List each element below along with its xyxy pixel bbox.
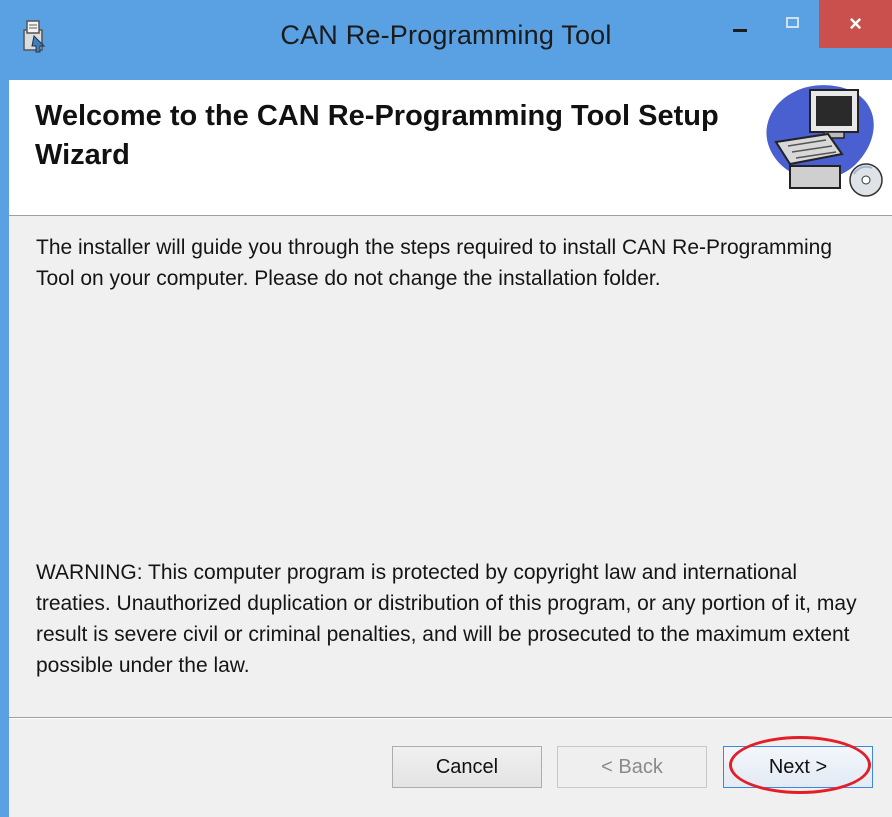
wizard-title: Welcome to the CAN Re-Programming Tool S… [35, 100, 719, 171]
button-separator [9, 717, 892, 719]
wizard-header: Welcome to the CAN Re-Programming Tool S… [9, 80, 892, 216]
back-button[interactable]: < Back [557, 746, 707, 788]
wizard-client-area: Welcome to the CAN Re-Programming Tool S… [9, 80, 892, 817]
cancel-button[interactable]: Cancel [392, 746, 542, 788]
title-bar[interactable]: CAN Re-Programming Tool × [0, 0, 892, 80]
maximize-button[interactable] [770, 0, 814, 48]
minimize-button[interactable] [718, 0, 762, 48]
next-button[interactable]: Next > [723, 746, 873, 788]
minimize-icon [733, 28, 747, 32]
maximize-icon [785, 16, 799, 28]
close-icon: × [849, 11, 862, 36]
copyright-warning-text: WARNING: This computer program is protec… [36, 561, 857, 677]
close-button[interactable]: × [819, 0, 892, 48]
installer-window: CAN Re-Programming Tool × Welcome to the… [0, 0, 892, 817]
computer-setup-icon [754, 80, 886, 200]
intro-text: The installer will guide you through the… [36, 236, 833, 290]
